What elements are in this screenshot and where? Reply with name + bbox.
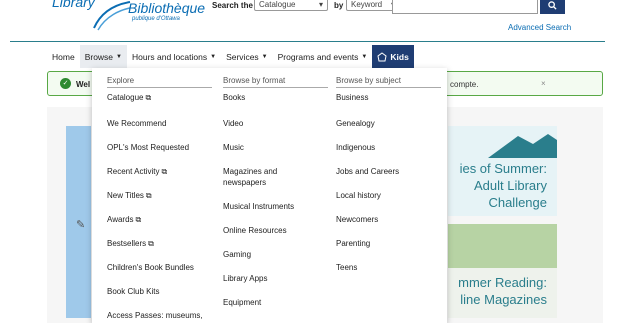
menu-link-book-club-kits[interactable]: Book Club Kits xyxy=(107,286,212,297)
summer-reading-promo[interactable]: mmer Reading: line Magazines xyxy=(448,224,557,318)
menu-link-genealogy[interactable]: Genealogy xyxy=(336,118,441,129)
menu-link-library-apps[interactable]: Library Apps xyxy=(223,273,328,284)
menu-link-indigenous[interactable]: Indigenous xyxy=(336,142,441,153)
logo-subtitle: publique d'Ottawa xyxy=(132,16,180,22)
advanced-search-link[interactable]: Advanced Search xyxy=(508,23,571,32)
nav-hours-locations[interactable]: Hours and locations ▼ xyxy=(127,45,221,68)
header: Library Bibliothèque publique d'Ottawa S… xyxy=(0,0,618,40)
promo2-photo xyxy=(448,224,557,268)
library-logo[interactable]: Library Bibliothèque publique d'Ottawa xyxy=(40,0,230,38)
nav-services[interactable]: Services ▼ xyxy=(221,45,273,68)
search-icon xyxy=(548,1,557,10)
close-icon[interactable]: × xyxy=(541,79,546,88)
nav-divider xyxy=(10,41,605,42)
nav-browse[interactable]: Browse ▼ xyxy=(79,45,127,68)
external-link-icon: ⧉ xyxy=(161,167,168,176)
menu-col-explore: Explore Catalogue ⧉ We Recommend OPL's Mo… xyxy=(107,76,212,321)
menu-link-video[interactable]: Video xyxy=(223,118,328,129)
menu-link-online-resources[interactable]: Online Resources xyxy=(223,225,328,236)
nav-home[interactable]: Home xyxy=(47,45,80,68)
menu-link-jobs-careers[interactable]: Jobs and Careers xyxy=(336,166,441,177)
alert-text-start: Wel xyxy=(76,80,91,89)
logo-library-text: Library xyxy=(52,0,95,10)
menu-link-teens[interactable]: Teens xyxy=(336,262,441,273)
search-input[interactable] xyxy=(392,0,538,14)
chevron-down-icon: ▼ xyxy=(116,53,122,60)
menu-link-equipment[interactable]: Equipment xyxy=(223,297,328,308)
menu-col-format: Browse by format Books Video Music Magaz… xyxy=(223,76,328,308)
check-icon: ✓ xyxy=(60,78,71,89)
menu-link-newcomers[interactable]: Newcomers xyxy=(336,214,441,225)
nav-kids[interactable]: Kids xyxy=(372,45,414,68)
by-label: by xyxy=(334,1,344,10)
alert-text-end: compte. xyxy=(450,80,479,89)
menu-heading-explore: Explore xyxy=(107,76,212,88)
menu-link-awards[interactable]: Awards ⧉ xyxy=(107,214,212,225)
menu-link-parenting[interactable]: Parenting xyxy=(336,238,441,249)
chevron-down-icon: ▼ xyxy=(261,53,268,60)
logo-swoosh-icon xyxy=(93,1,131,31)
summer-challenge-promo[interactable]: ies of Summer: Adult Library Challenge xyxy=(448,126,557,216)
menu-link-most-requested[interactable]: OPL's Most Requested xyxy=(107,142,212,153)
menu-link-business[interactable]: Business xyxy=(336,92,441,103)
menu-link-bestsellers[interactable]: Bestsellers ⧉ xyxy=(107,238,212,249)
menu-link-access-passes[interactable]: Access Passes: museums, xyxy=(107,310,212,321)
menu-heading-subject: Browse by subject xyxy=(336,76,441,88)
nav-programs-events[interactable]: Programs and events ▼ xyxy=(273,45,373,68)
promo1-title: ies of Summer: Adult Library Challenge xyxy=(459,161,547,210)
chevron-down-icon: ▼ xyxy=(210,53,217,60)
external-link-icon: ⧉ xyxy=(135,215,142,224)
menu-link-books[interactable]: Books xyxy=(223,92,328,103)
menu-link-local-history[interactable]: Local history xyxy=(336,190,441,201)
mountain-graphic xyxy=(488,134,557,158)
menu-heading-format: Browse by format xyxy=(223,76,328,88)
menu-link-catalogue[interactable]: Catalogue ⧉ xyxy=(107,92,212,103)
pencil-icon: ✎ xyxy=(76,219,86,231)
menu-link-new-titles[interactable]: New Titles ⧉ xyxy=(107,190,212,201)
kids-icon xyxy=(377,51,387,61)
search-scope-select[interactable]: Catalogue ▾ xyxy=(254,0,328,11)
menu-link-recent-activity[interactable]: Recent Activity ⧉ xyxy=(107,166,212,177)
menu-link-gaming[interactable]: Gaming xyxy=(223,249,328,260)
menu-link-instruments[interactable]: Musical Instruments xyxy=(223,201,328,212)
logo-bibliotheque-text: Bibliothèque xyxy=(128,0,206,16)
external-link-icon: ⧉ xyxy=(145,93,152,102)
external-link-icon: ⧉ xyxy=(145,191,152,200)
chevron-down-icon: ▼ xyxy=(361,53,368,60)
menu-col-subject: Browse by subject Business Genealogy Ind… xyxy=(336,76,441,273)
promo2-title: mmer Reading: line Magazines xyxy=(458,275,547,307)
menu-link-music[interactable]: Music xyxy=(223,142,328,153)
menu-link-we-recommend[interactable]: We Recommend xyxy=(107,118,212,129)
menu-link-book-bundles[interactable]: Children's Book Bundles xyxy=(107,262,212,273)
search-label: Search the xyxy=(212,1,253,10)
external-link-icon: ⧉ xyxy=(148,239,154,248)
search-button[interactable] xyxy=(540,0,565,14)
menu-link-magazines[interactable]: Magazines and newspapers xyxy=(223,166,303,188)
browse-mega-menu: Explore Catalogue ⧉ We Recommend OPL's Mo… xyxy=(92,68,447,323)
main-nav: Home Browse ▼ Hours and locations ▼ Servic… xyxy=(47,45,414,68)
